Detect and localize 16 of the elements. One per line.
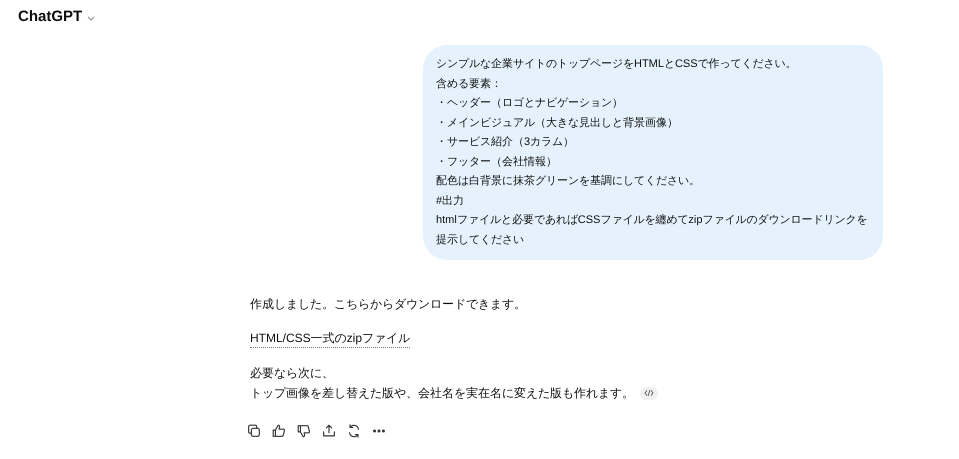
message-line: ・ヘッダー（ロゴとナビゲーション） — [436, 96, 623, 111]
response-text: 必要なら次に、 — [250, 365, 334, 382]
download-link[interactable]: HTML/CSS一式のzipファイル — [250, 329, 410, 348]
message-line: 配色は白背景に抹茶グリーンを基調にしてください。 — [436, 174, 700, 189]
model-title[interactable]: ChatGPT — [18, 6, 82, 28]
response-text: 作成しました。こちらからダウンロードできます。 — [250, 296, 526, 313]
message-line: ・メインビジュアル（大きな見出しと背景画像） — [436, 116, 678, 130]
message-line: ・サービス紹介（3カラム） — [436, 135, 574, 150]
message-line: シンプルな企業サイトのトップページをHTMLとCSSで作ってください。 — [436, 56, 797, 72]
message-line: #出力 — [436, 194, 464, 208]
response-text: トップ画像を差し替えた版や、会社名を実在名に変えた版も作れます。 — [250, 385, 634, 402]
message-line: htmlファイルと必要であればCSSファイルを纏めてzipファイルのダウンロードリンクを — [436, 212, 868, 228]
message-line: 含める要素： — [436, 76, 502, 92]
message-line: ・フッター（会社情報） — [436, 154, 557, 170]
code-icon[interactable] — [640, 386, 658, 400]
message-line: 提示してください — [436, 232, 524, 248]
